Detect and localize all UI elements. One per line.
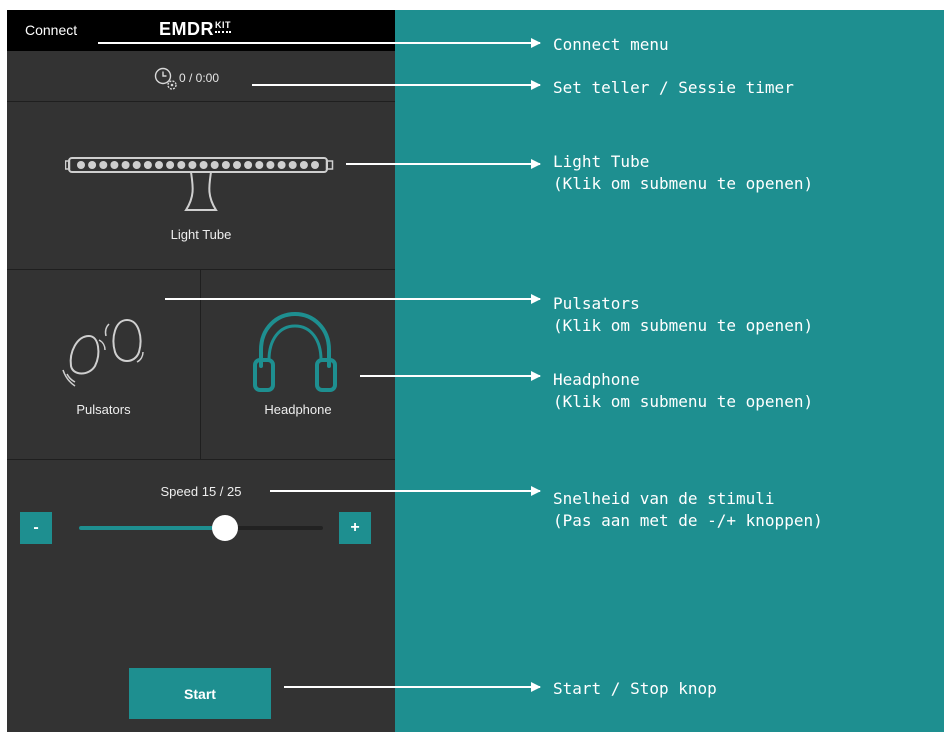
speed-label: Speed 15 / 25 xyxy=(160,484,242,499)
light-tube-label: Light Tube xyxy=(170,227,232,242)
speed-increase-button[interactable]: + xyxy=(339,512,371,544)
speed-decrease-button[interactable]: - xyxy=(20,512,52,544)
connect-button[interactable]: Connect xyxy=(25,22,77,38)
app-root: Connect EMDRKIT 0 / 0:00 Light Tube Puls… xyxy=(0,0,951,734)
annotation-start: Start / Stop knop xyxy=(553,678,717,700)
logo-text: EMDR xyxy=(159,19,214,39)
led-dot xyxy=(288,161,297,169)
clock-gear-icon xyxy=(154,67,177,90)
annotation-speed: Snelheid van de stimuli (Pas aan met de … xyxy=(553,488,823,532)
headphone-icon xyxy=(253,311,337,392)
annotation-line: Connect menu xyxy=(553,35,669,54)
led-dot xyxy=(233,161,241,169)
led-dot xyxy=(132,161,141,169)
speed-slider-fill xyxy=(79,526,225,530)
led-dot xyxy=(88,161,97,169)
annotation-line: (Klik om submenu te openen) xyxy=(553,392,814,411)
led-dot xyxy=(77,161,85,169)
pulsators-button[interactable]: Pulsators xyxy=(7,270,201,460)
pulsators-icon xyxy=(62,318,144,387)
led-dot xyxy=(255,161,264,169)
light-tube-button[interactable]: Light Tube xyxy=(7,102,395,270)
led-dot xyxy=(177,161,186,169)
led-dot xyxy=(299,161,308,169)
app-panel: Connect EMDRKIT 0 / 0:00 Light Tube Puls… xyxy=(7,10,395,732)
annotation-connect: Connect menu xyxy=(553,34,669,56)
led-dot xyxy=(155,161,163,169)
annotation-line: Pulsators xyxy=(553,294,640,313)
led-dot xyxy=(99,161,108,169)
annotation-pulsators: Pulsators (Klik om submenu te openen) xyxy=(553,293,813,337)
logo-kit-text: KIT xyxy=(215,20,231,33)
led-dot xyxy=(244,161,253,169)
annotation-line: (Pas aan met de -/+ knoppen) xyxy=(553,511,823,530)
led-dot xyxy=(121,161,130,169)
led-dot xyxy=(166,161,175,169)
speed-slider[interactable] xyxy=(79,515,323,541)
headphone-button[interactable]: Headphone xyxy=(201,270,395,460)
led-dot xyxy=(311,161,319,169)
speed-slider-thumb[interactable] xyxy=(212,515,238,541)
led-dot xyxy=(188,161,197,169)
timer-text: 0 / 0:00 xyxy=(179,71,220,85)
led-dot xyxy=(210,161,219,169)
headphone-label: Headphone xyxy=(264,402,332,417)
annotation-line: (Klik om submenu te openen) xyxy=(553,316,814,335)
pulsators-label: Pulsators xyxy=(76,402,131,417)
top-bar: Connect EMDRKIT xyxy=(7,10,395,51)
annotation-line: Start / Stop knop xyxy=(553,679,717,698)
annotation-line: Snelheid van de stimuli xyxy=(553,489,775,508)
start-button[interactable]: Start xyxy=(129,668,271,719)
led-dot xyxy=(277,161,286,169)
annotation-line: (Klik om submenu te openen) xyxy=(553,174,814,193)
annotation-line: Light Tube xyxy=(553,152,650,171)
led-dot xyxy=(266,161,275,169)
session-timer-row: 0 / 0:00 xyxy=(7,51,395,102)
annotation-line: Set teller / Sessie timer xyxy=(553,78,794,97)
annotation-light-tube: Light Tube (Klik om submenu te openen) xyxy=(553,151,813,195)
led-dot xyxy=(143,161,152,169)
annotation-timer: Set teller / Sessie timer xyxy=(553,77,794,99)
led-dot xyxy=(221,161,230,169)
annotation-line: Headphone xyxy=(553,370,640,389)
led-dot xyxy=(199,161,208,169)
light-tube-icon xyxy=(65,157,334,211)
app-logo: EMDRKIT xyxy=(159,19,231,40)
annotation-headphone: Headphone (Klik om submenu te openen) xyxy=(553,369,813,413)
led-dot xyxy=(110,161,119,169)
